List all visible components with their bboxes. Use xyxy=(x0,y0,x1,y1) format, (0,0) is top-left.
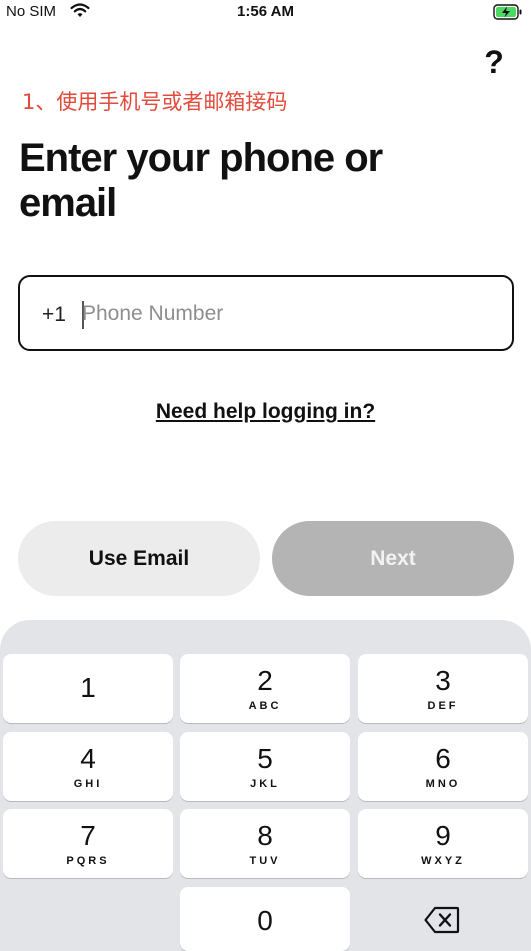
key-8[interactable]: 8 TUV xyxy=(180,809,350,878)
key-0[interactable]: 0 xyxy=(180,887,350,951)
key-digit: 6 xyxy=(435,743,451,774)
key-letters: WXYZ xyxy=(421,855,465,867)
key-letters: MNO xyxy=(425,778,461,790)
backspace-icon xyxy=(424,906,460,934)
country-code[interactable]: +1 xyxy=(42,303,66,327)
key-1[interactable]: 1 xyxy=(3,654,173,723)
use-email-button[interactable]: Use Email xyxy=(18,521,260,596)
key-letters: DEF xyxy=(427,700,459,712)
key-letters: TUV xyxy=(249,855,281,867)
annotation-note: 1、使用手机号或者邮箱接码 xyxy=(22,90,288,114)
key-2[interactable]: 2 ABC xyxy=(180,654,350,723)
battery-charging-icon xyxy=(493,4,522,20)
key-letters: GHI xyxy=(73,778,103,790)
key-7[interactable]: 7 PQRS xyxy=(3,809,173,878)
key-letters: PQRS xyxy=(66,855,110,867)
page-title: Enter your phone or email xyxy=(19,136,383,225)
key-digit: 5 xyxy=(257,743,273,774)
key-4[interactable]: 4 GHI xyxy=(3,732,173,801)
key-digit: 1 xyxy=(80,672,96,703)
key-5[interactable]: 5 JKL xyxy=(180,732,350,801)
key-letters: JKL xyxy=(250,778,280,790)
key-digit: 2 xyxy=(257,665,273,696)
key-digit: 7 xyxy=(80,820,96,851)
phone-field[interactable]: +1 xyxy=(18,275,514,351)
key-6[interactable]: 6 MNO xyxy=(358,732,528,801)
help-logging-in-link[interactable]: Need help logging in? xyxy=(0,400,531,424)
phone-number-input[interactable] xyxy=(82,299,482,329)
key-digit: 0 xyxy=(257,905,273,936)
key-letters: ABC xyxy=(248,700,282,712)
key-digit: 4 xyxy=(80,743,96,774)
key-3[interactable]: 3 DEF xyxy=(358,654,528,723)
key-digit: 3 xyxy=(435,665,451,696)
backspace-button[interactable] xyxy=(358,887,528,951)
key-digit: 9 xyxy=(435,820,451,851)
status-bar: No SIM 1:56 AM xyxy=(0,0,531,26)
key-9[interactable]: 9 WXYZ xyxy=(358,809,528,878)
next-button[interactable]: Next xyxy=(272,521,514,596)
key-digit: 8 xyxy=(257,820,273,851)
clock: 1:56 AM xyxy=(237,3,294,20)
help-button[interactable]: ? xyxy=(481,44,507,80)
